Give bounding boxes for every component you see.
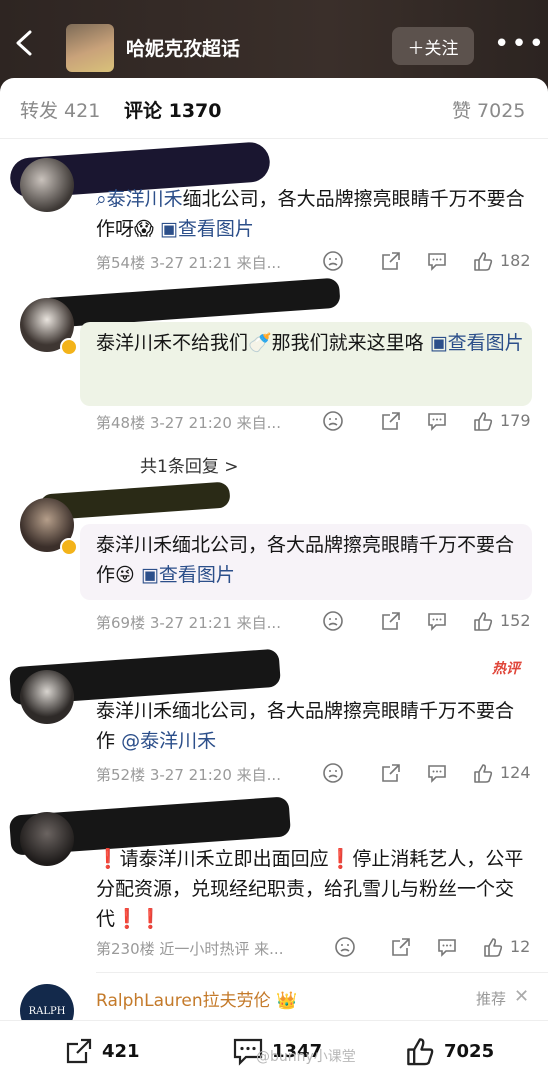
comment-item: 热评 泰洋川禾缅北公司，各大品牌擦亮眼睛千万不要合作 @泰洋川禾 第52楼 3-… (0, 648, 548, 788)
view-replies-link[interactable]: 共1条回复 > (140, 452, 238, 477)
reply-icon[interactable] (426, 762, 448, 784)
avatar[interactable] (20, 670, 74, 724)
like-count: 182 (500, 251, 531, 270)
verified-badge-icon (60, 538, 78, 556)
follow-button[interactable]: ＋关注 (392, 27, 474, 65)
share-icon[interactable] (380, 250, 402, 272)
like-count: 124 (500, 763, 531, 782)
reply-icon[interactable] (426, 410, 448, 432)
comment-actions: 152 (320, 610, 531, 634)
repost-count: 421 (102, 1040, 140, 1062)
like-button[interactable]: 7025 (404, 1035, 494, 1067)
user-name[interactable]: RalphLauren拉夫劳伦 👑 (96, 986, 297, 1011)
search-icon: ⌕ (96, 188, 107, 210)
repost-icon (66, 1038, 92, 1064)
like-count: 7025 (444, 1040, 495, 1062)
comment-actions: 124 (320, 762, 531, 786)
like-icon[interactable] (472, 410, 494, 432)
dislike-icon[interactable] (322, 410, 344, 432)
top-bar: 哈妮克孜超话 ＋关注 ••• (0, 0, 548, 80)
like-count: 179 (500, 411, 531, 430)
topic-avatar[interactable] (66, 24, 114, 72)
comment-text: 泰洋川禾不给我们🍼那我们就来这里咯 ▣查看图片 (96, 332, 524, 354)
tab-comments[interactable]: 评论 1370 (124, 96, 222, 123)
avatar[interactable] (20, 158, 74, 212)
like-count: 152 (500, 611, 531, 630)
comment-text: ⌕泰洋川禾缅北公司，各大品牌擦亮眼睛千万不要合作呀😱 ▣查看图片 (96, 188, 525, 240)
hot-comment-badge: 热评 (492, 661, 520, 677)
comment-item: ⌕泰洋川禾缅北公司，各大品牌擦亮眼睛千万不要合作呀😱 ▣查看图片 第54楼 3-… (0, 140, 548, 280)
dislike-icon[interactable] (322, 250, 344, 272)
close-icon[interactable]: ✕ (514, 986, 529, 1007)
comment-item: 泰洋川禾不给我们🍼那我们就来这里咯 ▣查看图片 第48楼 3-27 21:20 … (0, 277, 548, 498)
reply-icon[interactable] (426, 250, 448, 272)
comment-text: ❗请泰洋川禾立即出面回应❗停止消耗艺人，公平分配资源，兑现经纪职责，给孔雪儿与粉… (96, 848, 524, 930)
view-image-link[interactable]: ▣查看图片 (430, 332, 524, 354)
share-icon[interactable] (380, 410, 402, 432)
like-icon[interactable] (472, 762, 494, 784)
comment-actions: 179 (320, 410, 531, 434)
like-icon[interactable] (482, 936, 504, 958)
repost-button[interactable]: 421 (64, 1035, 140, 1067)
like-count: 12 (510, 937, 531, 956)
avatar[interactable] (20, 812, 74, 866)
like-icon[interactable] (472, 610, 494, 632)
comment-item: ❗请泰洋川禾立即出面回应❗停止消耗艺人，公平分配资源，兑现经纪职责，给孔雪儿与粉… (0, 796, 548, 968)
comment-meta: 第54楼 3-27 21:21 来自... (96, 254, 281, 272)
crown-icon: 👑 (276, 991, 298, 1011)
view-image-link[interactable]: ▣查看图片 (160, 218, 254, 240)
mention-link[interactable]: @泰洋川禾 (121, 730, 216, 752)
back-arrow-icon[interactable] (14, 30, 36, 56)
dislike-icon[interactable] (334, 936, 356, 958)
redaction-scribble (39, 277, 341, 329)
comment-text: 泰洋川禾缅北公司，各大品牌擦亮眼睛千万不要合作 @泰洋川禾 (96, 700, 515, 752)
comment-actions: 12 (320, 936, 530, 960)
comment-actions: 182 (320, 250, 531, 274)
tab-likes[interactable]: 赞 7025 (452, 96, 525, 123)
like-icon (407, 1038, 434, 1066)
tab-bar: 转发 421 评论 1370 赞 7025 (0, 78, 548, 139)
topic-title[interactable]: 哈妮克孜超话 (126, 34, 240, 61)
like-icon[interactable] (472, 250, 494, 272)
comment-sheet: 转发 421 评论 1370 赞 7025 ⌕泰洋川禾缅北公司，各大品牌擦亮眼睛… (0, 78, 548, 1080)
comment-meta: 第69楼 3-27 21:21 来自... (96, 614, 281, 632)
verified-badge-icon (60, 338, 78, 356)
share-icon[interactable] (390, 936, 412, 958)
dislike-icon[interactable] (322, 610, 344, 632)
comment-text: 泰洋川禾缅北公司，各大品牌擦亮眼睛千万不要合作😜 ▣查看图片 (96, 534, 515, 586)
comment-meta: 第52楼 3-27 21:20 来自... (96, 766, 281, 784)
view-image-link[interactable]: ▣查看图片 (141, 564, 235, 586)
share-icon[interactable] (380, 762, 402, 784)
watermark: @bunny小课堂 (256, 1049, 356, 1065)
dislike-icon[interactable] (322, 762, 344, 784)
comment-meta: 第48楼 3-27 21:20 来自... (96, 414, 281, 432)
comment-item: 泰洋川禾缅北公司，各大品牌擦亮眼睛千万不要合作😜 ▣查看图片 第69楼 3-27… (0, 481, 548, 648)
reply-icon[interactable] (426, 610, 448, 632)
topic-link[interactable]: 泰洋川禾 (107, 188, 183, 210)
share-icon[interactable] (380, 610, 402, 632)
comment-meta: 第230楼 近一小时热评 来... (96, 940, 284, 958)
reply-icon[interactable] (436, 936, 458, 958)
tab-repost[interactable]: 转发 421 (20, 96, 100, 123)
divider (96, 972, 548, 973)
more-options-icon[interactable]: ••• (494, 31, 546, 57)
recommend-label: 推荐 (476, 990, 507, 1008)
